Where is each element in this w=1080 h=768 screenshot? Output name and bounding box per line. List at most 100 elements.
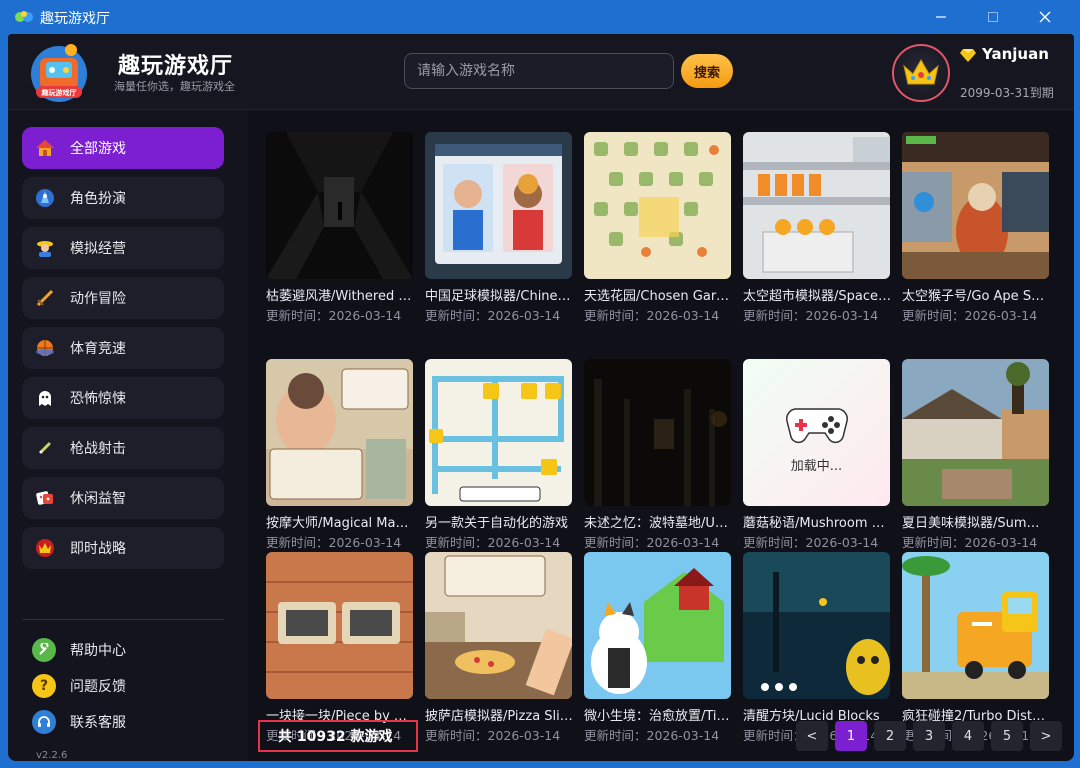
game-thumbnail[interactable]	[266, 359, 413, 506]
game-card[interactable]: 夏日美味模拟器/Summer Food 更新时间：2026-03-14	[902, 359, 1050, 551]
minimize-button[interactable]	[920, 4, 962, 30]
customer-service-link[interactable]: 联系客服	[32, 709, 126, 735]
page-button-4[interactable]: 4	[952, 721, 984, 751]
game-update-date: 更新时间：2026-03-14	[584, 308, 720, 323]
sidebar-item-strategy[interactable]: 即时战略	[22, 527, 224, 569]
header: 趣玩游戏厅 趣玩游戏厅 海量任你选，趣玩游戏全 搜索 Yanjuan 2099-…	[8, 34, 1074, 110]
game-update-date: 更新时间：2026-03-14	[266, 535, 402, 550]
maximize-button[interactable]	[972, 4, 1014, 30]
app-body: 趣玩游戏厅 趣玩游戏厅 海量任你选，趣玩游戏全 搜索 Yanjuan 2099-…	[8, 34, 1074, 761]
search-input[interactable]	[404, 53, 674, 89]
help-label: 问题反馈	[70, 679, 126, 695]
game-thumbnail[interactable]	[743, 552, 890, 699]
avatar[interactable]	[892, 44, 950, 102]
game-thumbnail[interactable]	[902, 359, 1049, 506]
sidebar-item-action[interactable]: 动作冒险	[22, 277, 224, 319]
game-update-date: 更新时间：2026-03-14	[584, 535, 720, 550]
game-update-date: 更新时间：2026-03-14	[584, 728, 720, 743]
sidebar-item-simulation[interactable]: 模拟经营	[22, 227, 224, 269]
sidebar-item-rpg[interactable]: 角色扮演	[22, 177, 224, 219]
game-thumbnail[interactable]	[743, 132, 890, 279]
svg-text:趣玩游戏厅: 趣玩游戏厅	[41, 88, 77, 97]
game-card[interactable]: 按摩大师/Magical Massage 更新时间：2026-03-14	[266, 359, 414, 551]
game-update-date: 更新时间：2026-03-14	[902, 535, 1038, 550]
crown-icon	[34, 537, 56, 559]
game-card[interactable]: 未述之忆：波特墓地/Untold 更新时间：2026-03-14	[584, 359, 732, 551]
game-thumbnail[interactable]	[584, 552, 731, 699]
window-title: 趣玩游戏厅	[40, 11, 110, 27]
game-card[interactable]: 加载中... 蘑菇秘语/Mushroom Whisper 更新时间：2026-0…	[743, 359, 891, 551]
game-card[interactable]: 另一款关于自动化的游戏 更新时间：2026-03-14	[425, 359, 573, 551]
game-title: 未述之忆：波特墓地/Untold	[584, 516, 732, 531]
game-thumbnail[interactable]	[266, 132, 413, 279]
game-update-date: 更新时间：2026-03-14	[266, 308, 402, 323]
help-label: 联系客服	[70, 715, 126, 731]
game-title: 夏日美味模拟器/Summer Food	[902, 516, 1050, 531]
sidebar-divider	[22, 619, 224, 620]
game-title: 蘑菇秘语/Mushroom Whisper	[743, 516, 891, 531]
game-title: 披萨店模拟器/Pizza Slice	[425, 709, 573, 724]
page-button-3[interactable]: 3	[913, 721, 945, 751]
game-card[interactable]: 疯狂碰撞2/Turbo Distance 更新时间：2026-03-14	[902, 552, 1050, 744]
username: Yanjuan	[982, 45, 1049, 63]
game-thumbnail[interactable]	[902, 552, 1049, 699]
question-icon: ?	[32, 674, 56, 698]
game-title: 中国足球模拟器/Chinese Football	[425, 289, 573, 304]
close-button[interactable]	[1024, 4, 1066, 30]
game-card[interactable]: 太空猴子号/Go Ape Ship 更新时间：2026-03-14	[902, 132, 1050, 324]
game-update-date: 更新时间：2026-03-14	[743, 535, 879, 550]
sidebar-item-label: 模拟经营	[70, 241, 126, 257]
mage-icon	[34, 187, 56, 209]
game-card[interactable]: 天选花园/Chosen Garden 更新时间：2026-03-14	[584, 132, 732, 324]
game-thumbnail[interactable]: 加载中...	[743, 359, 890, 506]
next-page-button[interactable]: >	[1030, 721, 1062, 751]
game-card[interactable]: 披萨店模拟器/Pizza Slice 更新时间：2026-03-14	[425, 552, 573, 744]
page-button-1[interactable]: 1	[835, 721, 867, 751]
prev-page-button[interactable]: <	[796, 721, 828, 751]
game-card[interactable]: 枯萎避风港/Withered Haven 更新时间：2026-03-14	[266, 132, 414, 324]
close-icon	[1039, 11, 1051, 23]
brand-title: 趣玩游戏厅	[118, 54, 234, 79]
headset-icon	[32, 710, 56, 734]
sidebar-item-horror[interactable]: 恐怖惊悚	[22, 377, 224, 419]
sidebar-item-all-games[interactable]: 全部游戏	[22, 127, 224, 169]
game-title: 天选花园/Chosen Garden	[584, 289, 732, 304]
gamepad-icon	[786, 408, 848, 443]
dice-icon	[34, 487, 56, 509]
game-thumbnail[interactable]	[584, 132, 731, 279]
game-update-date: 更新时间：2026-03-14	[902, 308, 1038, 323]
sidebar-item-shooter[interactable]: 枪战射击	[22, 427, 224, 469]
sidebar-item-label: 全部游戏	[70, 141, 126, 157]
game-card[interactable]: 中国足球模拟器/Chinese Football 更新时间：2026-03-14	[425, 132, 573, 324]
page-button-5[interactable]: 5	[991, 721, 1023, 751]
game-title: 太空猴子号/Go Ape Ship	[902, 289, 1050, 304]
game-card[interactable]: 微小生境：治愈放置/Tiny 更新时间：2026-03-14	[584, 552, 732, 744]
game-thumbnail[interactable]	[584, 359, 731, 506]
game-thumbnail[interactable]	[425, 359, 572, 506]
minimize-icon	[936, 16, 946, 18]
basketball-icon	[34, 337, 56, 359]
bullet-icon	[34, 437, 56, 459]
sidebar-item-sports[interactable]: 体育竞速	[22, 327, 224, 369]
game-title: 微小生境：治愈放置/Tiny	[584, 709, 732, 724]
game-thumbnail[interactable]	[425, 552, 572, 699]
help-center-link[interactable]: 帮助中心	[32, 637, 126, 663]
sword-icon	[34, 287, 56, 309]
game-card[interactable]: 一块接一块/Piece by Piece 更新时间：2026-03-14	[266, 552, 414, 744]
game-thumbnail[interactable]	[266, 552, 413, 699]
game-title: 枯萎避风港/Withered Haven	[266, 289, 414, 304]
search-button[interactable]: 搜索	[681, 54, 733, 88]
sidebar-item-label: 休闲益智	[70, 491, 126, 507]
game-card[interactable]: 清醒方块/Lucid Blocks 更新时间：2026-03-14	[743, 552, 891, 744]
title-bar: 趣玩游戏厅	[0, 0, 1080, 34]
sidebar-item-casual[interactable]: 休闲益智	[22, 477, 224, 519]
game-card[interactable]: 太空超市模拟器/Space Supermarket 更新时间：2026-03-1…	[743, 132, 891, 324]
help-label: 帮助中心	[70, 643, 126, 659]
game-thumbnail[interactable]	[902, 132, 1049, 279]
game-thumbnail[interactable]	[425, 132, 572, 279]
wrench-icon	[32, 638, 56, 662]
game-update-date: 更新时间：2026-03-14	[425, 728, 561, 743]
feedback-link[interactable]: ? 问题反馈	[32, 673, 126, 699]
sidebar: 全部游戏 角色扮演 模拟经营 动作冒险 体育竞速 恐怖惊悚 枪战射击 休闲益智 …	[8, 111, 238, 761]
page-button-2[interactable]: 2	[874, 721, 906, 751]
